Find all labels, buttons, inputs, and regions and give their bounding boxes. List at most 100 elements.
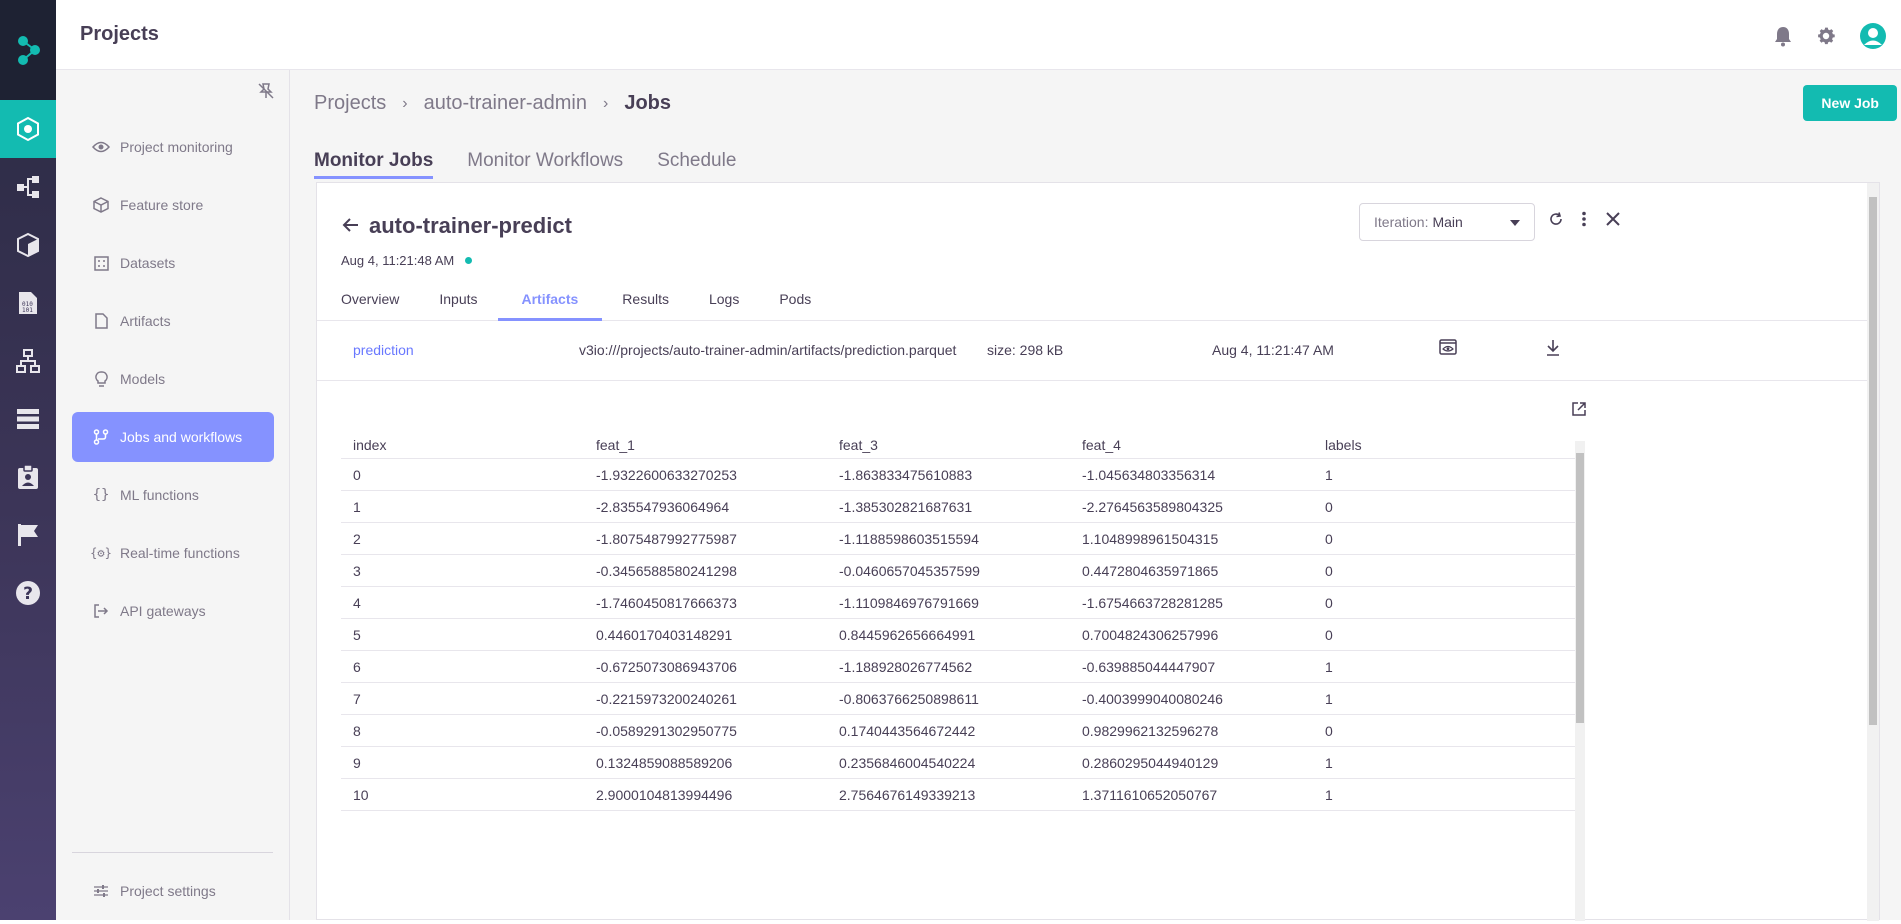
table-cell: 1 xyxy=(353,499,361,515)
table-cell: -0.0589291302950775 xyxy=(596,723,737,739)
column-header: labels xyxy=(1325,437,1362,453)
cube-icon[interactable] xyxy=(0,216,56,274)
popout-icon[interactable] xyxy=(1571,401,1587,422)
breadcrumb-project[interactable]: auto-trainer-admin xyxy=(424,92,587,115)
table-cell: 0.4472804635971865 xyxy=(1082,563,1219,579)
help-icon[interactable]: ? xyxy=(0,564,56,622)
close-icon[interactable] xyxy=(1605,211,1621,232)
job-date: Aug 4, 11:21:48 AM xyxy=(341,253,473,268)
sidebar-footer: Project settings xyxy=(72,866,274,924)
status-dot xyxy=(465,257,473,264)
preview-icon[interactable] xyxy=(1439,339,1457,358)
tab-results[interactable]: Results xyxy=(602,291,689,321)
panel-scrollbar[interactable] xyxy=(1867,183,1879,921)
table-cell: 1 xyxy=(1325,691,1333,707)
panel-scrollbar-thumb[interactable] xyxy=(1869,197,1877,725)
chevron-right-icon: › xyxy=(603,94,609,112)
table-cell: 0.2860295044940129 xyxy=(1082,755,1219,771)
table-cell: 6 xyxy=(353,659,361,675)
tab-monitor-jobs[interactable]: Monitor Jobs xyxy=(314,150,434,179)
tab-artifacts[interactable]: Artifacts xyxy=(497,291,603,321)
graph-icon[interactable] xyxy=(0,332,56,390)
svg-text:?: ? xyxy=(23,584,33,604)
sidebar-item-label: Jobs and workflows xyxy=(120,429,243,445)
top-header: Projects xyxy=(56,0,1901,70)
gateway-icon xyxy=(90,604,112,618)
sidebar-item-label: Project settings xyxy=(120,883,216,899)
table-cell: -0.6725073086943706 xyxy=(596,659,737,675)
download-icon[interactable] xyxy=(1545,339,1561,360)
sidebar-item-project-monitoring[interactable]: Project monitoring xyxy=(72,122,274,172)
table-cell: -1.863833475610883 xyxy=(839,467,973,483)
table-scrollbar[interactable] xyxy=(1575,441,1585,921)
table-cell: 1 xyxy=(1325,755,1333,771)
table-cell: 1.1048998961504315 xyxy=(1082,531,1219,547)
table-row: 1 -2.835547936064964 -1.385302821687631 -2.… xyxy=(341,491,1575,523)
table-cell: -1.9322600633270253 xyxy=(596,467,737,483)
sidebar-item-label: API gateways xyxy=(120,603,206,619)
table-cell: 1 xyxy=(1325,659,1333,675)
detail-tabs: Overview Inputs Artifacts Results Logs P… xyxy=(317,291,1879,321)
job-date-text: Aug 4, 11:21:48 AM xyxy=(341,253,455,268)
breadcrumb: Projects › auto-trainer-admin › Jobs xyxy=(314,92,671,115)
tab-pods[interactable]: Pods xyxy=(759,291,831,321)
avatar[interactable] xyxy=(1859,22,1887,55)
clipboard-icon[interactable] xyxy=(0,448,56,506)
tab-inputs[interactable]: Inputs xyxy=(419,291,497,321)
table-cell: 1.3711610652050767 xyxy=(1082,787,1218,803)
bell-icon[interactable] xyxy=(1773,25,1793,52)
table-cell: 0 xyxy=(1325,627,1333,643)
binary-doc-icon[interactable]: 010 101 xyxy=(0,274,56,332)
sidebar-item-jobs-and-workflows[interactable]: Jobs and workflows xyxy=(72,412,274,462)
sidebar-item-project-settings[interactable]: Project settings xyxy=(72,866,274,916)
tab-overview[interactable]: Overview xyxy=(341,291,419,321)
sidebar-item-artifacts[interactable]: Artifacts xyxy=(72,296,274,346)
refresh-icon[interactable] xyxy=(1549,212,1563,231)
flag-icon[interactable] xyxy=(0,506,56,564)
sidebar-item-datasets[interactable]: Datasets xyxy=(72,238,274,288)
table-cell: -2.835547936064964 xyxy=(596,499,730,515)
table-cell: 0.2356846004540224 xyxy=(839,755,976,771)
sidebar-item-models[interactable]: Models xyxy=(72,354,274,404)
grid-icon xyxy=(90,255,112,271)
table-cell: 0.7004824306257996 xyxy=(1082,627,1219,643)
table-cell: -0.0460657045357599 xyxy=(839,563,980,579)
arrow-left-icon[interactable] xyxy=(341,217,359,238)
gear-icon[interactable] xyxy=(1815,25,1837,52)
sidebar-item-real-time-functions[interactable]: {⚙} Real-time functions xyxy=(72,528,274,578)
list-icon[interactable] xyxy=(0,390,56,448)
preview-table: index feat_1 feat_3 feat_4 labels 0 -1.93… xyxy=(341,429,1575,811)
table-cell: 0.4460170403148291 xyxy=(596,627,733,643)
table-cell: -1.188928026774562 xyxy=(839,659,973,675)
column-header: feat_3 xyxy=(839,437,878,453)
table-scrollbar-thumb[interactable] xyxy=(1576,453,1584,723)
more-vertical-icon[interactable] xyxy=(1581,211,1587,232)
projects-icon[interactable] xyxy=(0,100,56,158)
breadcrumb-projects[interactable]: Projects xyxy=(314,92,386,115)
table-cell: 4 xyxy=(353,595,361,611)
artifact-name-link[interactable]: prediction xyxy=(353,342,414,358)
iteration-select[interactable]: Iteration: Main xyxy=(1359,203,1535,241)
sidebar-item-feature-store[interactable]: Feature store xyxy=(72,180,274,230)
table-row: 8 -0.0589291302950775 0.1740443564672442 0.… xyxy=(341,715,1575,747)
new-job-button[interactable]: New Job xyxy=(1803,85,1897,121)
table-row: 5 0.4460170403148291 0.8445962656664991 0.7… xyxy=(341,619,1575,651)
package-icon xyxy=(90,197,112,213)
table-cell: 0 xyxy=(1325,723,1333,739)
table-cell: 9 xyxy=(353,755,361,771)
tab-logs[interactable]: Logs xyxy=(689,291,759,321)
unpin-icon[interactable] xyxy=(257,82,275,105)
logo-icon[interactable] xyxy=(0,0,56,100)
sidebar-item-ml-functions[interactable]: {} ML functions xyxy=(72,470,274,520)
table-cell: -1.8075487992775987 xyxy=(596,531,737,547)
tab-monitor-workflows[interactable]: Monitor Workflows xyxy=(467,150,623,179)
table-cell: 7 xyxy=(353,691,361,707)
table-cell: -1.385302821687631 xyxy=(839,499,973,515)
main-tabs: Monitor Jobs Monitor Workflows Schedule xyxy=(314,150,736,179)
flow-icon[interactable] xyxy=(0,158,56,216)
breadcrumb-current: Jobs xyxy=(624,92,672,114)
sidebar-item-api-gateways[interactable]: API gateways xyxy=(72,586,274,636)
tab-schedule[interactable]: Schedule xyxy=(657,150,736,179)
table-cell: -0.8063766250898611 xyxy=(839,691,979,707)
sliders-icon xyxy=(90,884,112,898)
